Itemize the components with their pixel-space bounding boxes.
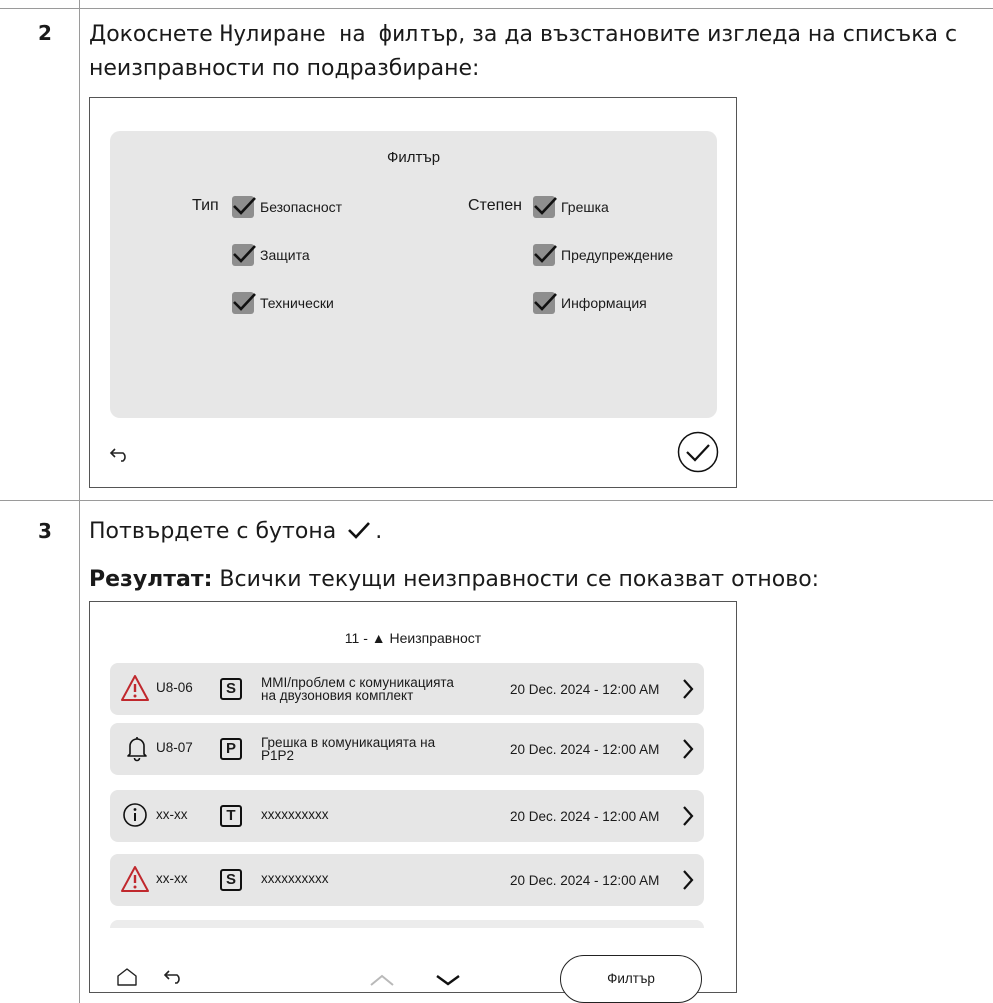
checkbox-label: Информация [561,295,647,311]
checkbox-label: Грешка [561,199,609,215]
result-text: Всички текущи неизправности се показват … [212,567,820,592]
fault-row[interactable]: xx-xx S xxxxxxxxxx 20 Dec. 2024 - 12:00 … [110,854,704,906]
fault-type-badge: S [220,678,242,700]
fault-date: 20 Dec. 2024 - 12:00 AM [510,809,660,824]
fault-row-partial [110,920,704,928]
table-row-divider [0,500,993,501]
checkbox-label: Предупреждение [561,247,674,263]
bell-icon [127,737,147,762]
fault-description-line: xxxxxxxxxx [261,807,329,822]
fault-code: xx-xx [156,807,188,822]
check-icon [348,522,371,539]
fault-code: U8-07 [156,740,193,755]
chevron-up-icon[interactable] [369,973,395,987]
chevron-right-icon [683,739,694,759]
back-arrow-icon[interactable] [163,969,185,985]
severity-label: Степен [468,197,522,214]
fault-description: xxxxxxxxxx [261,807,496,822]
step-number: 3 [38,519,52,543]
chevron-right-icon [683,679,694,699]
chevron-down-icon[interactable] [435,973,461,987]
filter-button[interactable]: Филтър [560,955,702,1003]
fault-description: Грешка в комуникацията на P1P2 [261,735,496,763]
check-icon [534,293,557,311]
instruction-end: . [375,519,383,544]
check-icon [534,197,557,215]
fault-description-line: на двузоновия комплект [261,688,414,703]
checkbox-protection[interactable] [232,244,256,266]
checkbox-label: Технически [260,295,334,311]
fault-description-line: Грешка в комуникацията на [261,735,436,750]
reset-filter-term: Нулиране на филтър [219,22,459,47]
table-top-border [0,8,993,9]
step-3-result: Резултат: Всички текущи неизправности се… [89,563,969,597]
fault-list-title: 11 - ▲ Неизправност [344,630,482,646]
checkbox-label: Защита [260,247,310,263]
step-number: 2 [38,21,52,45]
warning-triangle-icon [121,866,149,892]
checkbox-safety[interactable] [232,196,256,218]
home-icon[interactable] [116,967,138,987]
fault-date: 20 Dec. 2024 - 12:00 AM [510,873,660,888]
chevron-right-icon [683,870,694,890]
checkbox-error[interactable] [533,196,557,218]
result-label: Резултат: [89,567,213,592]
warning-triangle-icon [121,675,149,701]
fault-date: 20 Dec. 2024 - 12:00 AM [510,682,660,697]
check-icon [233,197,256,215]
fault-type-badge: P [220,738,242,760]
fault-description-line: P1P2 [261,748,295,763]
fault-row[interactable]: xx-xx T xxxxxxxxxx 20 Dec. 2024 - 12:00 … [110,790,704,842]
filter-title: Филтър [386,149,441,166]
back-arrow-icon[interactable] [109,447,131,463]
fault-type-badge: S [220,869,242,891]
instruction-text: Потвърдете с бутона [89,519,337,544]
instruction-text: Докоснете [89,22,220,47]
fault-type-badge: T [220,805,242,827]
fault-row[interactable]: U8-06 S MMI/проблем с комуникацията на д… [110,663,704,715]
fault-description: xxxxxxxxxx [261,871,496,886]
step-3-instruction: Потвърдете с бутона . [89,515,969,549]
filter-screen: Филтър Тип Степен Безопасност Защита Тех… [89,97,737,488]
table-column-divider [79,0,80,1003]
type-label: Тип [192,197,219,214]
filter-panel: Филтър Тип Степен Безопасност Защита Тех… [110,131,717,418]
checkbox-label: Безопасност [260,199,343,215]
fault-list-screen: 11 - ▲ Неизправност U8-06 S MMI/проблем … [89,601,737,1003]
confirm-check-circle-icon[interactable] [677,431,719,473]
checkbox-technical[interactable] [232,292,256,314]
step-2-instruction: Докоснете Нулиране на филтър, за да възс… [89,18,969,86]
check-icon [233,245,256,263]
info-circle-icon [123,803,147,827]
check-icon [233,293,256,311]
fault-code: U8-06 [156,680,193,695]
check-icon [534,245,557,263]
fault-row[interactable]: U8-07 P Грешка в комуникацията на P1P2 2… [110,723,704,775]
fault-description-line: xxxxxxxxxx [261,871,329,886]
checkbox-warning[interactable] [533,244,557,266]
checkbox-information[interactable] [533,292,557,314]
fault-code: xx-xx [156,871,188,886]
fault-date: 20 Dec. 2024 - 12:00 AM [510,742,660,757]
fault-description: MMI/проблем с комуникацията на двузонови… [261,676,496,703]
chevron-right-icon [683,806,694,826]
